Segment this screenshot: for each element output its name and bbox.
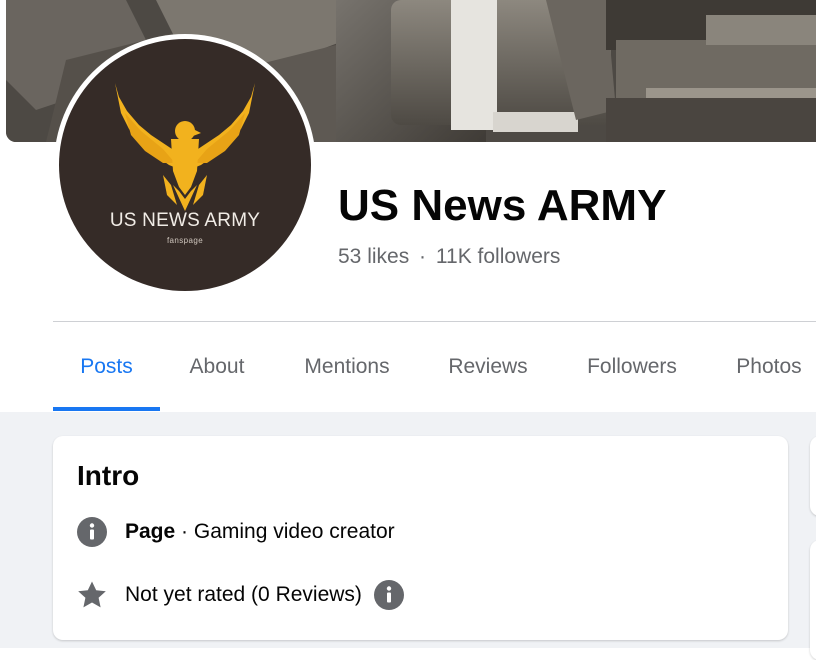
profile-picture[interactable]: US NEWS ARMY fanspage — [59, 39, 311, 291]
intro-rating-row: Not yet rated (0 Reviews) — [77, 580, 404, 610]
followers-count[interactable]: 11K followers — [436, 245, 561, 268]
star-icon — [77, 580, 107, 610]
intro-category-row: Page · Gaming video creator — [77, 517, 395, 547]
intro-category-text: Page · Gaming video creator — [125, 520, 395, 544]
rating-text: Not yet rated (0 Reviews) — [125, 583, 362, 606]
tab-reviews[interactable]: Reviews — [429, 322, 547, 412]
category-value: · Gaming video creator — [175, 520, 395, 543]
right-column-card — [810, 540, 816, 660]
logo-title: US NEWS ARMY — [109, 210, 261, 231]
tab-mentions[interactable]: Mentions — [285, 322, 409, 412]
rating-info-icon[interactable] — [373, 580, 404, 610]
intro-title: Intro — [77, 460, 140, 491]
intro-card: Intro Page · Gaming video creator Not ye… — [53, 436, 788, 640]
logo-subtitle: fanspage — [166, 236, 204, 245]
eagle-logo-icon — [115, 83, 255, 211]
page-stats: 53 likes · 11K followers — [338, 245, 560, 269]
page-title: US News ARMY — [338, 181, 667, 230]
tab-about[interactable]: About — [165, 322, 269, 412]
tab-posts[interactable]: Posts — [53, 322, 160, 412]
active-tab-indicator — [53, 407, 160, 411]
category-prefix: Page — [125, 520, 176, 543]
stats-separator: · — [419, 245, 427, 268]
likes-count[interactable]: 53 likes — [338, 245, 409, 268]
tab-followers[interactable]: Followers — [567, 322, 697, 412]
info-icon — [77, 517, 107, 547]
tab-photos[interactable]: Photos — [717, 322, 816, 412]
profile-tabs: Posts About Mentions Reviews Followers P… — [53, 322, 816, 412]
right-column-card — [810, 436, 816, 516]
